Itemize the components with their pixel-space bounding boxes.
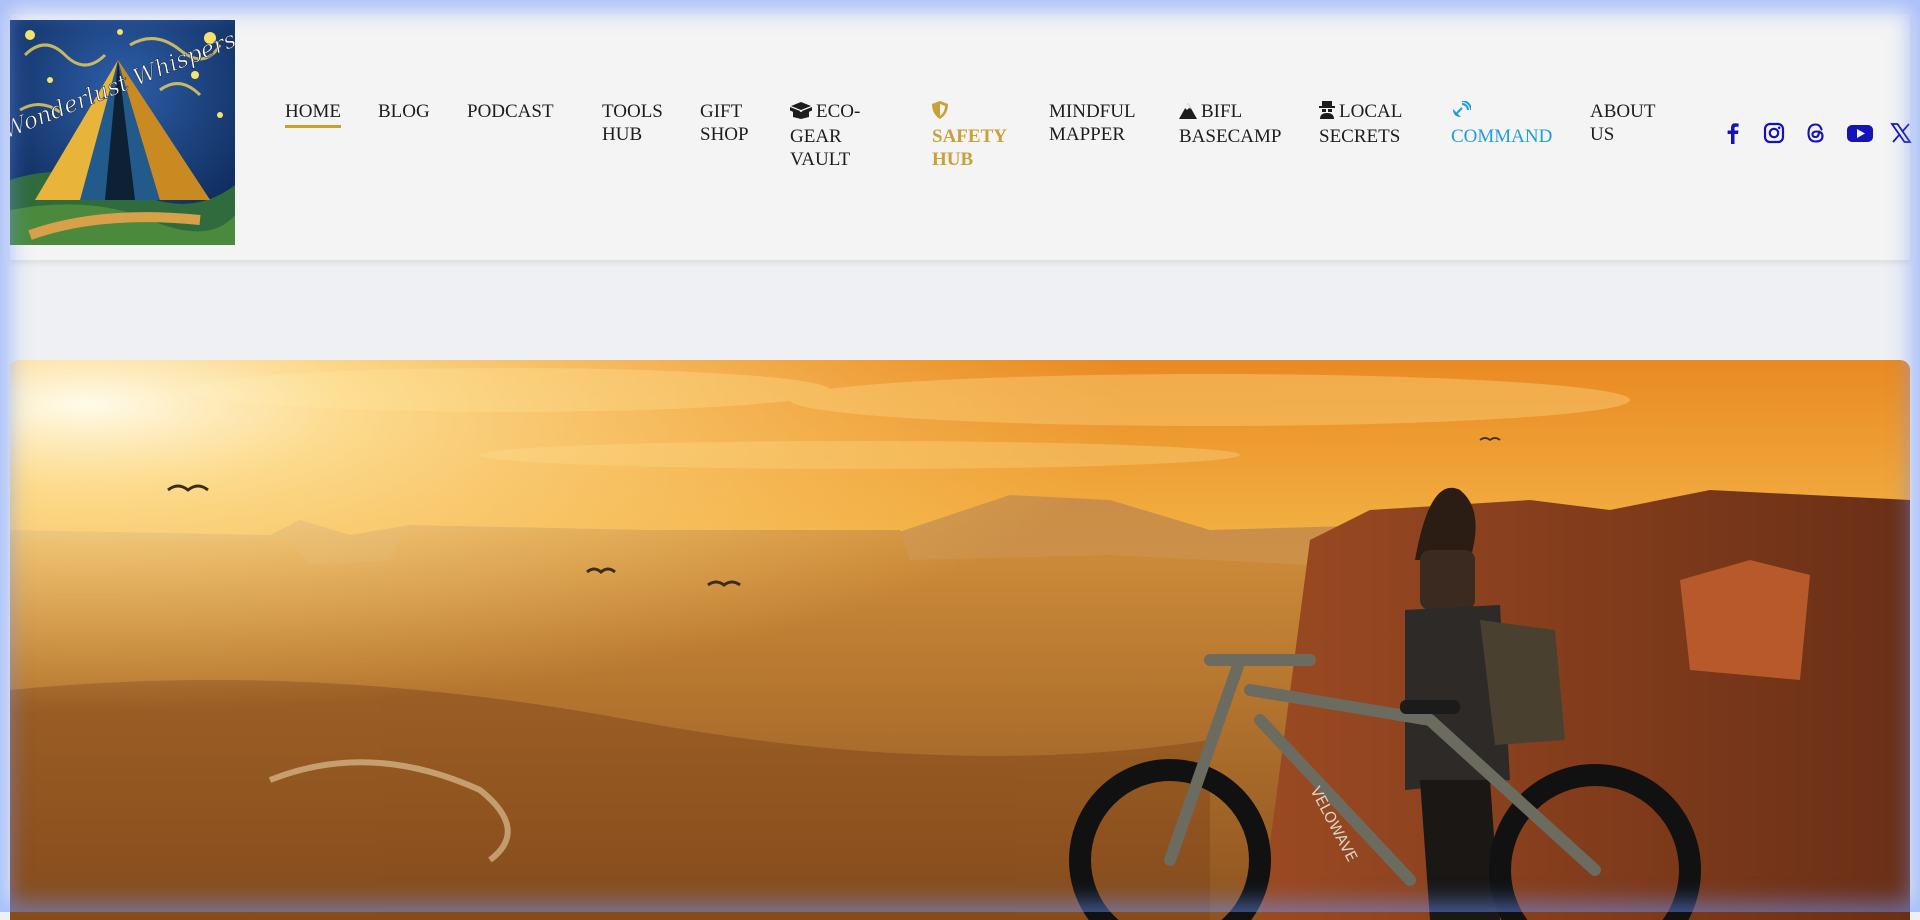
nav-label: VAULT xyxy=(790,149,851,170)
mountain-icon xyxy=(1179,102,1197,125)
instagram-icon[interactable] xyxy=(1761,120,1787,146)
site-header: Wonderlust Whispers HOME BLOG PODCAST TO… xyxy=(10,14,1912,260)
nav-podcast[interactable]: PODCAST xyxy=(467,100,554,123)
nav-label: SECRETS xyxy=(1319,126,1401,147)
nav-label: MINDFUL xyxy=(1049,101,1136,122)
nav-tools-hub[interactable]: TOOLS HUB xyxy=(602,100,663,146)
social-links xyxy=(1716,120,1912,150)
nav-label: TOOLS xyxy=(602,101,663,122)
nav-label: HOME xyxy=(285,101,341,122)
nav-label: MAPPER xyxy=(1049,124,1126,145)
nav-label: GEAR xyxy=(790,126,842,147)
nav-home[interactable]: HOME xyxy=(285,100,341,128)
nav-safety-hub[interactable]: SAFETY HUB xyxy=(932,100,1007,171)
nav-label: BLOG xyxy=(378,101,430,122)
nav-label: PODCAST xyxy=(467,101,554,122)
user-secret-icon xyxy=(1319,101,1335,125)
shield-icon xyxy=(932,101,948,125)
nav-label: US xyxy=(1590,124,1615,145)
nav-label: SHOP xyxy=(700,124,749,145)
nav-label: BIFL xyxy=(1201,101,1243,122)
nav-label: SAFETY xyxy=(932,126,1007,147)
x-icon[interactable] xyxy=(1888,120,1914,146)
nav-bifl-basecamp[interactable]: BIFL BASECAMP xyxy=(1179,100,1281,148)
nav-label: HUB xyxy=(932,149,974,170)
hero-image: VELOWAVE xyxy=(10,360,1910,920)
facebook-icon[interactable] xyxy=(1720,120,1746,146)
nav-label: LOCAL xyxy=(1339,101,1403,122)
nav-gift-shop[interactable]: GIFT SHOP xyxy=(700,100,749,146)
main-nav: HOME BLOG PODCAST TOOLS HUB GIFT SHOP EC… xyxy=(285,100,1675,210)
nav-label: ECO- xyxy=(816,101,861,122)
nav-blog[interactable]: BLOG xyxy=(378,100,430,123)
nav-command[interactable]: COMMAND xyxy=(1451,100,1552,148)
nav-label: HUB xyxy=(602,124,643,145)
satellite-dish-icon xyxy=(1451,100,1472,125)
nav-label: GIFT xyxy=(700,101,743,122)
site-logo[interactable]: Wonderlust Whispers xyxy=(10,20,235,245)
hero-banner: VELOWAVE xyxy=(10,360,1910,920)
nav-eco-gear-vault[interactable]: ECO- GEAR VAULT xyxy=(789,100,861,171)
nav-label: BASECAMP xyxy=(1179,126,1282,147)
youtube-icon[interactable] xyxy=(1845,120,1875,146)
nav-mindful-mapper[interactable]: MINDFUL MAPPER xyxy=(1049,100,1136,146)
threads-icon[interactable] xyxy=(1803,120,1829,146)
nav-about-us[interactable]: ABOUT US xyxy=(1590,100,1655,146)
nav-local-secrets[interactable]: LOCAL SECRETS xyxy=(1319,100,1402,148)
logo-image: Wonderlust Whispers xyxy=(10,20,235,245)
nav-label: ABOUT xyxy=(1590,101,1656,122)
nav-label: COMMAND xyxy=(1451,126,1553,147)
box-open-icon xyxy=(789,102,813,125)
